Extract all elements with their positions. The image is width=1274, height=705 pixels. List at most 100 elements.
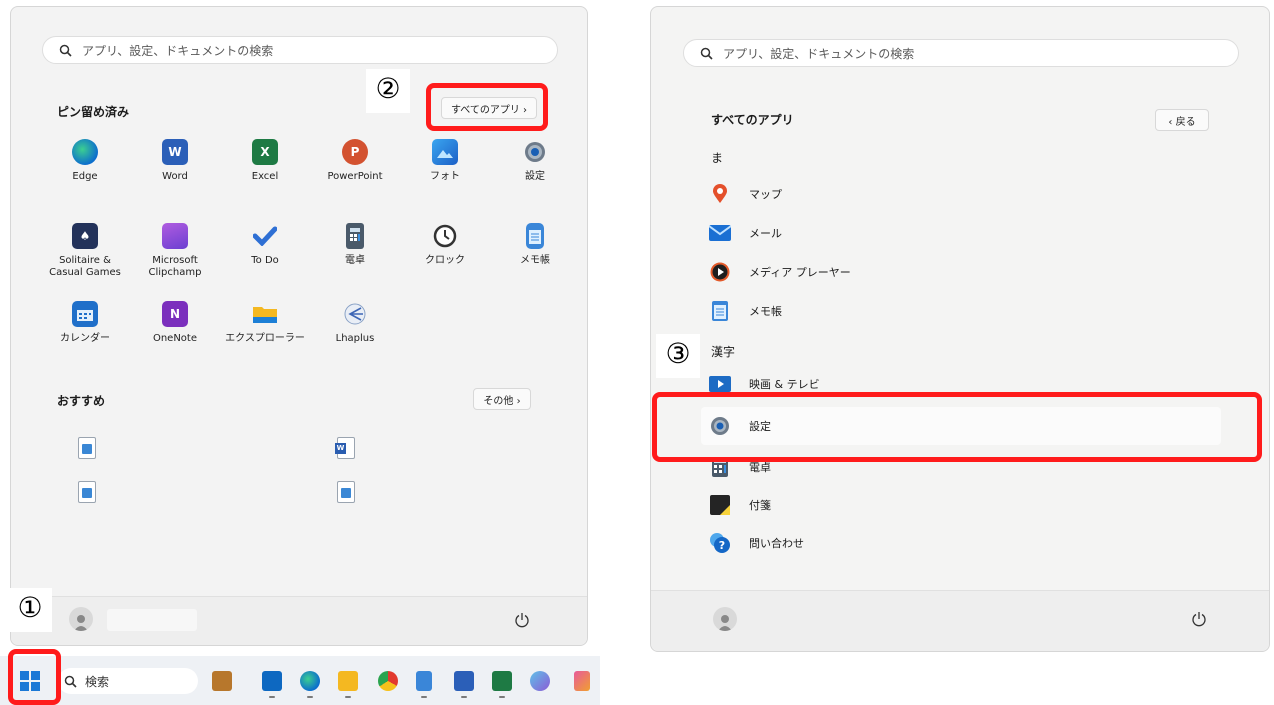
- list-item-label: 問い合わせ: [749, 537, 804, 550]
- step-marker-2: ②: [366, 69, 410, 113]
- step-marker-3: ③: [656, 334, 700, 378]
- app-label: フォト: [430, 171, 460, 182]
- image-file-icon: [341, 488, 351, 498]
- back-button[interactable]: ‹ 戻る: [1155, 109, 1209, 131]
- power-icon[interactable]: [514, 612, 530, 628]
- more-button[interactable]: その他 ›: [473, 388, 531, 410]
- onenote-icon: N: [162, 301, 188, 327]
- list-item-media-player[interactable]: メディア プレーヤー: [709, 257, 851, 287]
- folder-icon[interactable]: [338, 671, 358, 691]
- highlight-start-button: [8, 649, 61, 705]
- step-marker-1: ①: [8, 588, 52, 632]
- app-clock[interactable]: クロック: [405, 223, 485, 267]
- person-icon: [74, 615, 88, 631]
- app-label: 電卓: [345, 255, 365, 266]
- search-input[interactable]: アプリ、設定、ドキュメントの検索: [42, 36, 558, 64]
- app-label: Solitaire & Casual Games: [49, 255, 121, 278]
- word-icon[interactable]: [454, 671, 474, 691]
- edge-icon[interactable]: [300, 671, 320, 691]
- search-icon: [700, 47, 713, 60]
- app-photos[interactable]: フォト: [405, 139, 485, 183]
- app-settings[interactable]: 設定: [495, 139, 575, 183]
- search-placeholder: アプリ、設定、ドキュメントの検索: [82, 43, 274, 58]
- search-input[interactable]: アプリ、設定、ドキュメントの検索: [683, 39, 1239, 67]
- app-label: Excel: [251, 171, 279, 182]
- user-avatar[interactable]: [713, 607, 737, 631]
- app-label: エクスプローラー: [225, 333, 305, 344]
- highlight-settings: [652, 392, 1262, 462]
- pinned-title: ピン留め済み: [57, 105, 130, 119]
- group-header-kanji[interactable]: 漢字: [711, 343, 735, 360]
- app-powerpoint[interactable]: P PowerPoint: [315, 139, 395, 183]
- app-label: 設定: [525, 171, 545, 182]
- recommended-image-file-2[interactable]: [78, 481, 96, 503]
- search-icon: [59, 44, 72, 57]
- list-item-label: 付箋: [749, 499, 771, 512]
- app-label: Word: [162, 171, 188, 182]
- running-indicator: [269, 696, 275, 698]
- app-lhaplus[interactable]: Lhaplus: [315, 301, 395, 345]
- chrome-icon[interactable]: [378, 671, 398, 691]
- group-header-ma[interactable]: ま: [711, 149, 723, 166]
- user-avatar[interactable]: [69, 607, 93, 631]
- mail-icon: [709, 222, 731, 244]
- running-indicator: [345, 696, 351, 698]
- recommended-word-file[interactable]: W: [335, 437, 355, 459]
- running-indicator: [461, 696, 467, 698]
- app-excel[interactable]: X Excel: [225, 139, 305, 183]
- word-icon: W: [162, 139, 188, 165]
- notepad-icon[interactable]: [416, 671, 432, 691]
- app-icon[interactable]: [574, 671, 590, 691]
- taskbar-search[interactable]: 検索: [58, 668, 198, 694]
- app-explorer[interactable]: エクスプローラー: [225, 301, 305, 345]
- search-placeholder: アプリ、設定、ドキュメントの検索: [723, 46, 915, 61]
- list-item-sticky-notes[interactable]: 付箋: [709, 490, 771, 520]
- list-item-maps[interactable]: マップ: [709, 179, 782, 209]
- photos-icon: [432, 139, 458, 165]
- app-calendar[interactable]: カレンダー: [45, 301, 125, 345]
- list-item-notepad[interactable]: メモ帳: [709, 296, 782, 326]
- edge-icon: [72, 139, 98, 165]
- recommended-image-file-1[interactable]: [78, 437, 96, 459]
- get-help-icon: ?: [709, 532, 731, 554]
- svg-text:?: ?: [719, 539, 725, 552]
- todo-check-icon: [252, 223, 278, 249]
- outlook-icon[interactable]: [262, 671, 282, 691]
- powerpoint-icon: P: [342, 139, 368, 165]
- search-icon: [64, 675, 77, 688]
- app-calculator[interactable]: 電卓: [315, 223, 395, 267]
- maps-pin-icon: [709, 183, 731, 205]
- notepad-icon: [709, 300, 731, 322]
- running-indicator: [499, 696, 505, 698]
- list-item-get-help[interactable]: ? 問い合わせ: [709, 528, 804, 558]
- list-item-mail[interactable]: メール: [709, 218, 782, 248]
- list-item-label: メディア プレーヤー: [749, 266, 851, 279]
- paint-icon[interactable]: [530, 671, 550, 691]
- work-briefcase-icon[interactable]: [212, 671, 232, 691]
- app-label: メモ帳: [520, 255, 550, 266]
- power-icon[interactable]: [1191, 611, 1207, 627]
- app-solitaire[interactable]: ♠ Solitaire & Casual Games: [45, 223, 125, 279]
- image-file-icon: [82, 444, 92, 454]
- media-player-icon: [709, 261, 731, 283]
- app-notepad[interactable]: メモ帳: [495, 223, 575, 267]
- notepad-icon: [526, 223, 544, 249]
- folder-icon: [252, 301, 278, 327]
- app-edge[interactable]: Edge: [45, 139, 125, 183]
- lhaplus-icon: [342, 301, 368, 327]
- app-label: OneNote: [152, 333, 198, 344]
- app-label: To Do: [251, 255, 279, 266]
- app-onenote[interactable]: N OneNote: [135, 301, 215, 345]
- excel-icon[interactable]: [492, 671, 512, 691]
- running-indicator: [307, 696, 313, 698]
- word-doc-icon: W: [335, 443, 346, 454]
- recommended-image-file-3[interactable]: [337, 481, 355, 503]
- list-item-label: マップ: [749, 188, 782, 201]
- app-word[interactable]: W Word: [135, 139, 215, 183]
- app-todo[interactable]: To Do: [225, 223, 305, 267]
- app-clipchamp[interactable]: Microsoft Clipchamp: [135, 223, 215, 279]
- recommended-title: おすすめ: [57, 394, 106, 408]
- highlight-all-apps: [426, 83, 548, 131]
- sticky-notes-icon: [709, 494, 731, 516]
- calculator-icon: [346, 223, 364, 249]
